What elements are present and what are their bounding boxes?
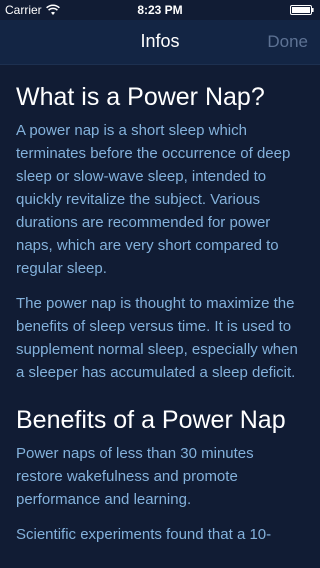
done-button[interactable]: Done (267, 32, 308, 52)
status-time: 8:23 PM (137, 3, 183, 17)
paragraph-definition: A power nap is a short sleep which termi… (16, 122, 291, 277)
battery-full-icon (290, 5, 314, 15)
paragraph-experiments: Scientific experiments found that a 10- (16, 526, 272, 543)
info-content[interactable]: What is a Power Nap? A power nap is a sh… (0, 65, 320, 568)
paragraph-purpose: The power nap is thought to maximize the… (16, 295, 298, 381)
paragraph-benefits: Power naps of less than 30 minutes resto… (16, 445, 254, 508)
navigation-bar: Infos Done (0, 20, 320, 65)
status-bar: Carrier 8:23 PM (0, 0, 320, 20)
section-heading-what-is: What is a Power Nap? (16, 83, 265, 111)
info-screen: Carrier 8:23 PM Infos Done What is a Pow… (0, 0, 320, 568)
section-heading-benefits: Benefits of a Power Nap (16, 406, 286, 434)
